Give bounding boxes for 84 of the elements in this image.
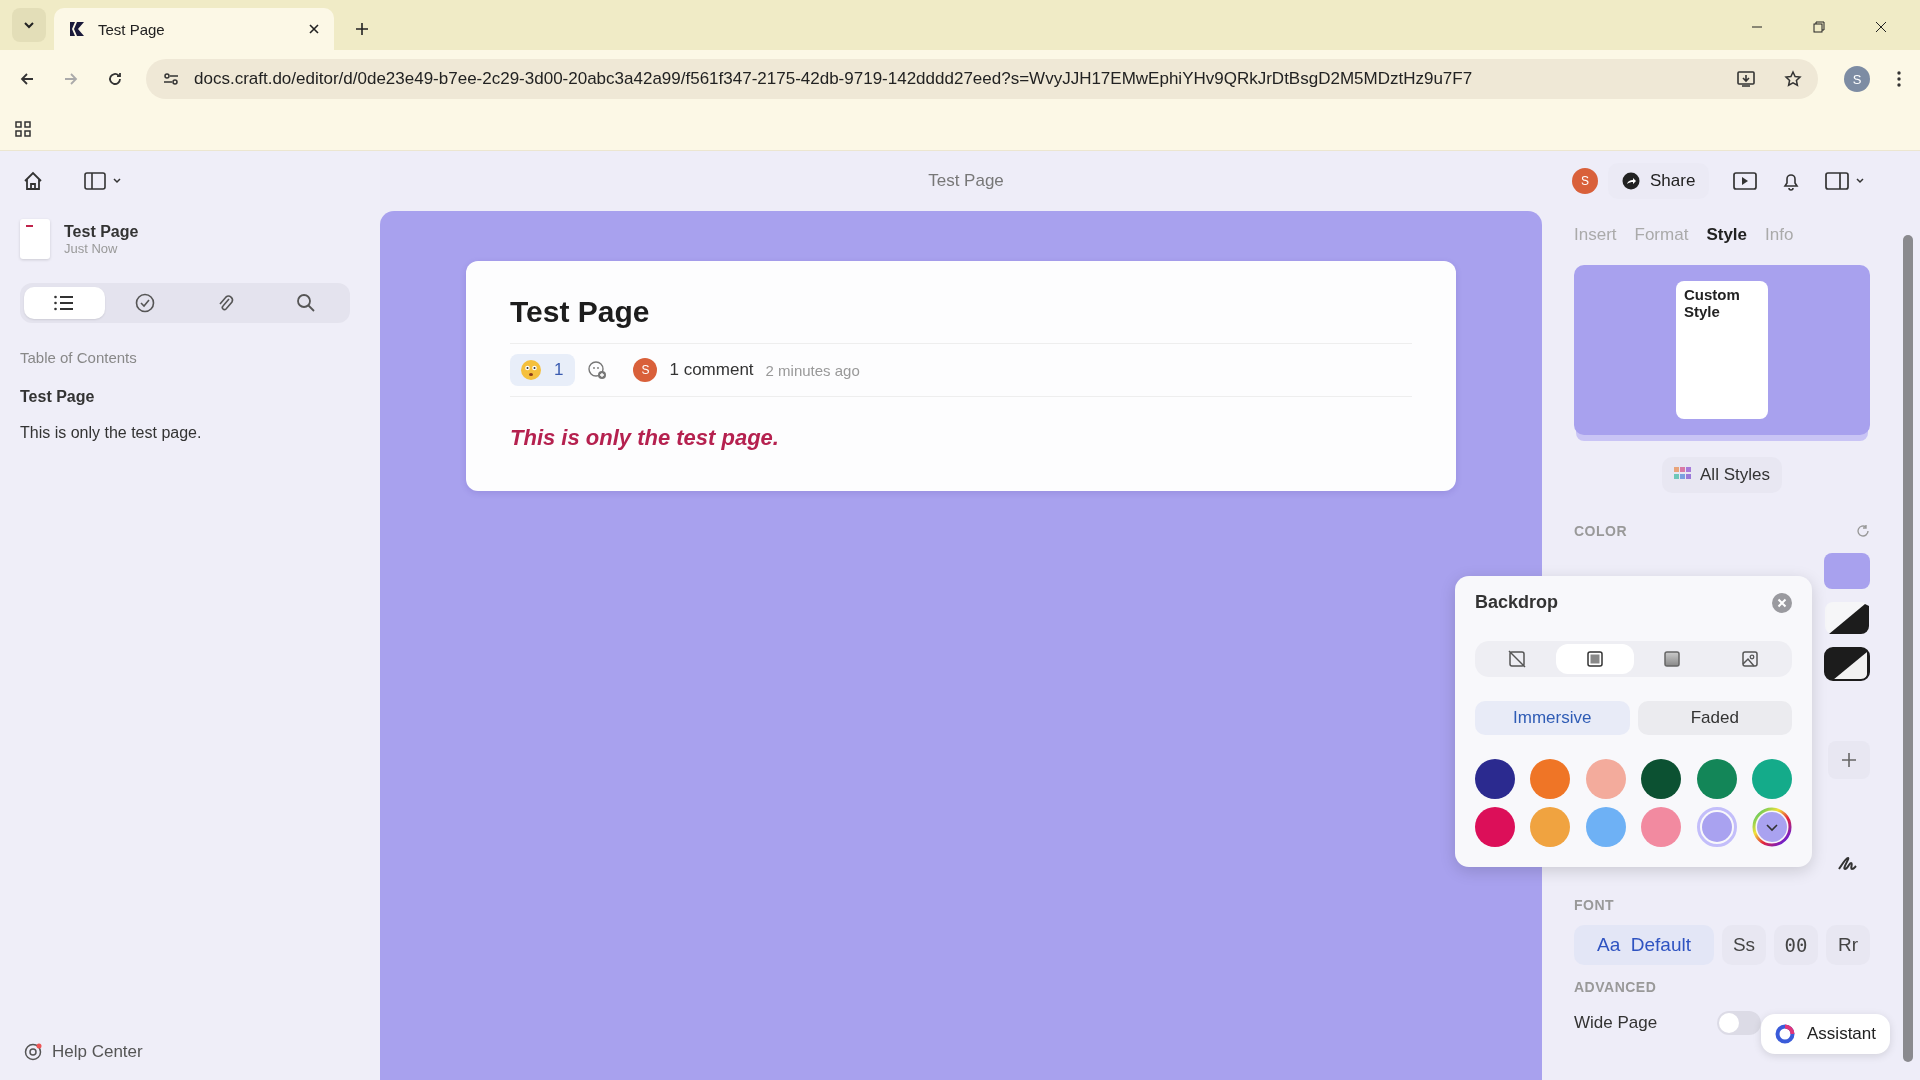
share-icon — [1622, 172, 1640, 190]
close-icon[interactable] — [308, 23, 320, 35]
reload-icon[interactable] — [106, 70, 124, 88]
solid-square-icon — [1584, 649, 1605, 669]
wide-page-toggle[interactable] — [1717, 1011, 1762, 1035]
help-center-link[interactable]: Help Center — [52, 1042, 143, 1062]
emoji-icon — [520, 359, 542, 381]
help-icon[interactable] — [24, 1043, 42, 1061]
solid-backdrop-option[interactable] — [1555, 644, 1634, 674]
font-option[interactable]: Ss — [1722, 925, 1766, 965]
dark-light-swatch[interactable] — [1824, 647, 1870, 681]
toc-heading: Table of Contents — [20, 349, 138, 366]
commenter-avatar: S — [633, 358, 658, 382]
popover-title: Backdrop — [1475, 592, 1559, 613]
toc-item[interactable]: Test Page — [20, 388, 360, 406]
search-icon — [295, 293, 316, 313]
home-icon[interactable] — [22, 170, 44, 192]
browser-tab[interactable]: Test Page — [54, 8, 334, 50]
address-bar[interactable]: docs.craft.do/editor/d/0de23e49-b7ee-2c29-3d00-20abc3a42a99/f561f347-2175-42db-9719-142dddd27eed?s=WvyJJH17EMwEphiYHv9QRkJrDtBsgD2M5MDztHz9u7F7 — [146, 59, 1818, 99]
gradient-square-icon — [1662, 649, 1683, 669]
site-settings-icon[interactable] — [162, 70, 180, 88]
color-swatch[interactable] — [1585, 807, 1626, 847]
color-swatch[interactable] — [1696, 807, 1737, 847]
plus-icon — [1841, 752, 1857, 768]
add-color-button[interactable] — [1828, 741, 1870, 779]
color-swatch[interactable] — [1530, 759, 1571, 799]
color-swatch[interactable] — [1475, 759, 1515, 799]
comment-time: 2 minutes ago — [765, 361, 860, 379]
color-swatch[interactable] — [1585, 759, 1626, 799]
font-option[interactable]: Aa Default — [1574, 925, 1714, 965]
image-icon — [1740, 649, 1761, 669]
more-menu-icon[interactable] — [1896, 70, 1902, 88]
list-icon — [53, 294, 76, 312]
font-option[interactable]: 00 — [1774, 925, 1818, 965]
color-swatch[interactable] — [1641, 759, 1682, 799]
backdrop-color-swatch[interactable] — [1824, 553, 1870, 589]
document-title: Test Page — [64, 222, 139, 241]
all-styles-button[interactable]: All Styles — [1662, 457, 1782, 493]
no-backdrop-icon — [1506, 649, 1527, 669]
section-label: ADVANCED — [1574, 979, 1658, 995]
tab-list-button[interactable] — [12, 8, 46, 42]
document-title: Test Page — [510, 295, 1412, 344]
backdrop-style-option[interactable]: Faded — [1637, 701, 1792, 735]
sidebar-icon[interactable] — [84, 172, 106, 190]
ring-icon — [1775, 1024, 1795, 1044]
document-thumbnail — [20, 219, 50, 259]
font-option[interactable]: Rr — [1826, 925, 1870, 965]
color-swatch[interactable] — [1696, 759, 1737, 799]
tab-title: Test Page — [98, 20, 165, 38]
assistant-button[interactable]: Assistant — [1761, 1014, 1890, 1054]
backdrop-style-option[interactable]: Immersive — [1475, 701, 1630, 735]
close-icon[interactable] — [1874, 20, 1888, 34]
light-dark-swatch[interactable] — [1824, 601, 1870, 635]
app-logo-icon — [68, 20, 86, 38]
section-label: FONT — [1574, 897, 1616, 913]
new-tab-icon[interactable] — [354, 21, 370, 37]
chevron-down-icon[interactable] — [1855, 176, 1866, 186]
wide-page-label: Wide Page — [1574, 1013, 1658, 1033]
document-text: This is only the test page. — [510, 425, 780, 451]
comment-count[interactable]: 1 comment — [669, 360, 754, 380]
url-text: docs.craft.do/editor/d/0de23e49-b7ee-2c29-3d00-20abc3a42a99/f561f347-2175-42db-9719-142dddd27eed?s=WvyJJH17EMwEphiYHv9QRkJrDtBsgD2M5MDztHz9u7F7 — [194, 69, 1473, 89]
document-time: Just Now — [64, 240, 119, 256]
panel-tab[interactable]: Style — [1706, 225, 1747, 265]
color-swatch[interactable] — [1751, 759, 1792, 799]
install-icon[interactable] — [1736, 70, 1756, 88]
present-icon[interactable] — [1733, 171, 1758, 191]
bookmark-star-icon[interactable] — [1784, 70, 1802, 88]
toc-item[interactable]: This is only the test page. — [20, 424, 360, 442]
restore-icon[interactable] — [1812, 20, 1826, 34]
user-avatar[interactable]: S — [1572, 168, 1598, 194]
chevron-down-icon[interactable] — [112, 176, 122, 186]
reaction-button[interactable]: 1 — [510, 354, 576, 386]
list-tab[interactable] — [24, 287, 105, 319]
page-title: Test Page — [928, 171, 1004, 191]
custom-color-picker-icon[interactable] — [1751, 807, 1792, 847]
preview-label: Custom Style — [1684, 286, 1740, 320]
add-reaction-icon[interactable] — [587, 360, 608, 380]
panel-icon[interactable] — [1825, 171, 1850, 191]
check-circle-icon — [134, 293, 155, 313]
apps-grid-icon[interactable] — [14, 120, 32, 138]
color-swatch[interactable] — [1475, 807, 1515, 847]
color-swatch[interactable] — [1641, 807, 1682, 847]
section-label: COLOR — [1574, 523, 1628, 539]
color-swatch[interactable] — [1530, 807, 1571, 847]
